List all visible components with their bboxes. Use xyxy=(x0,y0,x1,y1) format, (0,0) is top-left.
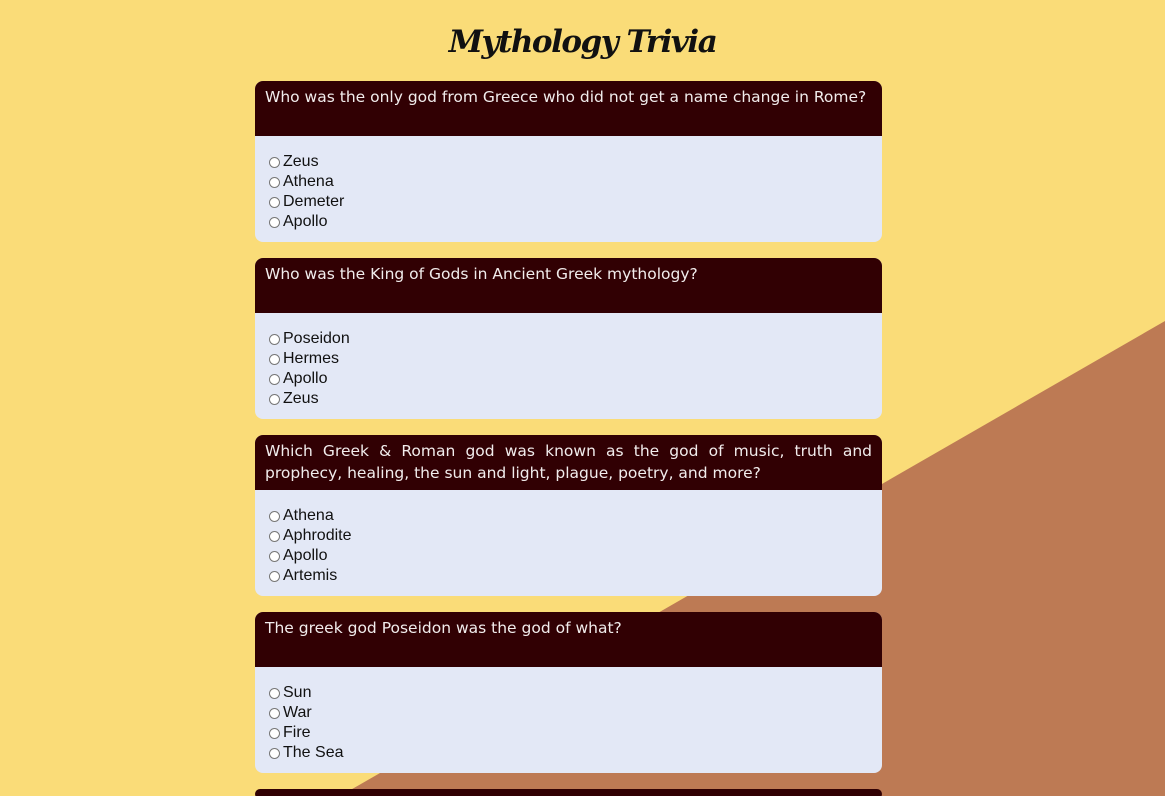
radio-button[interactable] xyxy=(269,156,280,168)
option-the-sea[interactable]: The Sea xyxy=(269,743,882,763)
option-label: Fire xyxy=(283,724,311,741)
radio-button[interactable] xyxy=(269,727,280,739)
option-apollo[interactable]: Apollo xyxy=(269,212,882,232)
option-athena[interactable]: Athena xyxy=(269,506,882,526)
option-label: Athena xyxy=(283,173,334,190)
radio-button[interactable] xyxy=(269,176,280,188)
radio-button[interactable] xyxy=(269,216,280,228)
radio-button[interactable] xyxy=(269,687,280,699)
radio-button[interactable] xyxy=(269,196,280,208)
option-demeter[interactable]: Demeter xyxy=(269,192,882,212)
option-label: Artemis xyxy=(283,567,338,584)
option-hermes[interactable]: Hermes xyxy=(269,349,882,369)
radio-button[interactable] xyxy=(269,530,280,542)
option-label: Sun xyxy=(283,684,312,701)
question-text: The greek god Poseidon was the god of wh… xyxy=(255,612,882,667)
option-poseidon[interactable]: Poseidon xyxy=(269,329,882,349)
options-list: Zeus Athena Demeter Apollo xyxy=(255,136,882,242)
radio-button[interactable] xyxy=(269,333,280,345)
radio-button[interactable] xyxy=(269,510,280,522)
option-label: Hermes xyxy=(283,350,340,367)
option-label: Zeus xyxy=(283,153,319,170)
question-text: Who was the only god from Greece who did… xyxy=(255,81,882,136)
radio-button[interactable] xyxy=(269,747,280,759)
radio-button[interactable] xyxy=(269,373,280,385)
option-label: The Sea xyxy=(283,744,344,761)
radio-button[interactable] xyxy=(269,353,280,365)
option-fire[interactable]: Fire xyxy=(269,723,882,743)
option-athena[interactable]: Athena xyxy=(269,172,882,192)
option-label: War xyxy=(283,704,312,721)
option-label: Athena xyxy=(283,507,334,524)
option-apollo[interactable]: Apollo xyxy=(269,546,882,566)
option-label: Apollo xyxy=(283,547,328,564)
radio-button[interactable] xyxy=(269,550,280,562)
page-title: Mythology Trivia xyxy=(448,24,718,60)
option-sun[interactable]: Sun xyxy=(269,683,882,703)
option-label: Zeus xyxy=(283,390,319,407)
option-zeus[interactable]: Zeus xyxy=(269,152,882,172)
radio-button[interactable] xyxy=(269,707,280,719)
question-card: Who was the only god from Greece who did… xyxy=(255,81,882,242)
option-war[interactable]: War xyxy=(269,703,882,723)
option-label: Poseidon xyxy=(283,330,350,347)
options-list: Sun War Fire The Sea xyxy=(255,667,882,773)
option-label: Apollo xyxy=(283,370,328,387)
question-card: Which Greek & Roman god was known as the… xyxy=(255,435,882,596)
options-list: Athena Aphrodite Apollo Artemis xyxy=(255,490,882,596)
question-card: Who was the King of Gods in Ancient Gree… xyxy=(255,258,882,419)
question-text: Which Greek & Roman god was known as the… xyxy=(255,435,882,490)
radio-button[interactable] xyxy=(269,393,280,405)
option-zeus[interactable]: Zeus xyxy=(269,389,882,409)
question-text: Who was the King of Gods in Ancient Gree… xyxy=(255,258,882,313)
option-artemis[interactable]: Artemis xyxy=(269,566,882,586)
question-card: The greek god Poseidon was the god of wh… xyxy=(255,612,882,773)
option-aphrodite[interactable]: Aphrodite xyxy=(269,526,882,546)
radio-button[interactable] xyxy=(269,570,280,582)
option-label: Apollo xyxy=(283,213,328,230)
option-apollo[interactable]: Apollo xyxy=(269,369,882,389)
option-label: Demeter xyxy=(283,193,345,210)
quiz-container: Who was the only god from Greece who did… xyxy=(255,81,882,796)
options-list: Poseidon Hermes Apollo Zeus xyxy=(255,313,882,419)
question-card-partial xyxy=(255,789,882,796)
option-label: Aphrodite xyxy=(283,527,352,544)
